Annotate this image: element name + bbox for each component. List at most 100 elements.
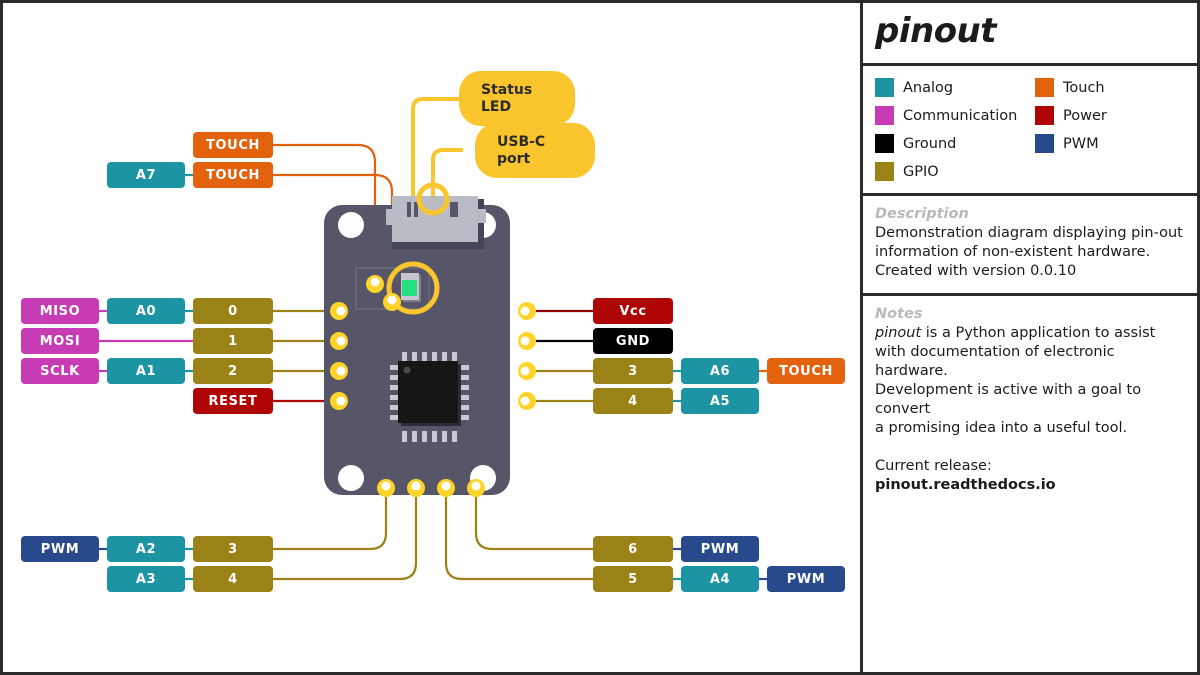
legend-item-gpio: GPIO xyxy=(875,162,1035,181)
legend-swatch-power xyxy=(1035,106,1054,125)
label-pwm-a4[interactable]: PWM xyxy=(767,566,845,592)
usb-tab-right xyxy=(476,209,486,223)
notes-line-2: with documentation of electronic hardwar… xyxy=(875,344,1115,379)
label-touch-a6[interactable]: TOUCH xyxy=(767,358,845,384)
mounting-hole-tl xyxy=(338,212,364,238)
label-touch-a7[interactable]: TOUCH xyxy=(193,162,273,188)
legend-section: Analog Touch Communication Power Ground xyxy=(863,66,1197,196)
usb-slot-a xyxy=(407,202,411,217)
page-title: pinout xyxy=(875,11,997,51)
annotation-usb-c-line1: USB-C xyxy=(497,133,546,150)
leader-bottom-4 xyxy=(273,490,418,581)
label-a4[interactable]: A4 xyxy=(681,566,759,592)
notes-body: pinout is a Python application to assist… xyxy=(875,324,1188,495)
annotation-status-led[interactable]: Status LED xyxy=(459,71,575,126)
legend-item-ground: Ground xyxy=(875,134,1035,153)
label-a1[interactable]: A1 xyxy=(107,358,185,384)
legend-label-ground: Ground xyxy=(903,135,957,152)
panel-title-section: pinout xyxy=(863,3,1197,66)
description-line-3: Created with version 0.0.10 xyxy=(875,263,1077,279)
pinout-diagram-page: Status LED USB-C port TOUCH A7 TOUCH MIS… xyxy=(0,0,1200,675)
legend-item-communication: Communication xyxy=(875,106,1035,125)
description-body: Demonstration diagram displaying pin-out… xyxy=(875,224,1188,281)
legend-swatch-communication xyxy=(875,106,894,125)
hardware-board xyxy=(324,182,536,497)
label-a2[interactable]: A2 xyxy=(107,536,185,562)
notes-release-heading: Current release: xyxy=(875,458,992,474)
annotation-usb-c-port[interactable]: USB-C port xyxy=(475,123,595,178)
description-line-1: Demonstration diagram displaying pin-out xyxy=(875,225,1183,241)
description-heading: Description xyxy=(875,206,969,222)
annotation-status-led-line1: Status xyxy=(481,81,533,98)
legend-item-pwm: PWM xyxy=(1035,134,1188,153)
legend-swatch-analog xyxy=(875,78,894,97)
legend-swatch-ground xyxy=(875,134,894,153)
usb-shell xyxy=(392,196,478,242)
mounting-hole-bl xyxy=(338,465,364,491)
label-a0[interactable]: A0 xyxy=(107,298,185,324)
legend-empty-cell xyxy=(1035,162,1188,181)
label-mosi[interactable]: MOSI xyxy=(21,328,99,354)
legend-swatch-gpio xyxy=(875,162,894,181)
legend-grid: Analog Touch Communication Power Ground xyxy=(875,78,1188,181)
label-a7[interactable]: A7 xyxy=(107,162,185,188)
label-gpio-1[interactable]: 1 xyxy=(193,328,273,354)
pads-right xyxy=(518,302,536,410)
status-led xyxy=(401,273,421,302)
legend-swatch-pwm xyxy=(1035,134,1054,153)
notes-section: Notes pinout is a Python application to … xyxy=(863,296,1197,507)
label-miso[interactable]: MISO xyxy=(21,298,99,324)
usb-tab-left xyxy=(386,209,394,225)
legend-label-gpio: GPIO xyxy=(903,163,939,180)
label-vcc[interactable]: Vcc xyxy=(593,298,673,324)
legend-swatch-touch xyxy=(1035,78,1054,97)
notes-line-4: a promising idea into a useful tool. xyxy=(875,420,1128,436)
annotation-status-led-line2: LED xyxy=(481,98,512,115)
chip-pin1-dot xyxy=(403,366,411,374)
legend-item-touch: Touch xyxy=(1035,78,1188,97)
label-gpio-4-bottom[interactable]: 4 xyxy=(193,566,273,592)
notes-line-3: Development is active with a goal to con… xyxy=(875,382,1142,417)
leader-bottom-5 xyxy=(444,490,593,581)
label-gnd[interactable]: GND xyxy=(593,328,673,354)
notes-heading: Notes xyxy=(875,306,923,322)
notes-line-1: pinout is a Python application to assist xyxy=(875,324,1188,343)
label-a3[interactable]: A3 xyxy=(107,566,185,592)
leader-bottom-6 xyxy=(474,490,593,551)
label-a6[interactable]: A6 xyxy=(681,358,759,384)
label-reset[interactable]: RESET xyxy=(193,388,273,414)
description-line-2: information of non-existent hardware. xyxy=(875,244,1151,260)
label-gpio-3-bottom[interactable]: 3 xyxy=(193,536,273,562)
notes-spacer xyxy=(875,438,1188,457)
legend-label-communication: Communication xyxy=(903,107,1018,124)
usb-c-connector xyxy=(386,196,486,249)
leader-usb-c xyxy=(431,148,463,199)
diagram-canvas: Status LED USB-C port TOUCH A7 TOUCH MIS… xyxy=(3,3,860,672)
description-section: Description Demonstration diagram displa… xyxy=(863,196,1197,296)
led-emitter xyxy=(402,280,417,296)
legend-item-analog: Analog xyxy=(875,78,1035,97)
label-gpio-6[interactable]: 6 xyxy=(593,536,673,562)
label-gpio-2[interactable]: 2 xyxy=(193,358,273,384)
legend-item-power: Power xyxy=(1035,106,1188,125)
leader-bottom-3 xyxy=(273,490,388,551)
notes-release-url[interactable]: pinout.readthedocs.io xyxy=(875,476,1188,495)
notes-app-name: pinout xyxy=(875,325,922,341)
legend-label-touch: Touch xyxy=(1063,79,1105,96)
label-gpio-4-right[interactable]: 4 xyxy=(593,388,673,414)
label-gpio-5[interactable]: 5 xyxy=(593,566,673,592)
legend-label-analog: Analog xyxy=(903,79,954,96)
label-touch-top[interactable]: TOUCH xyxy=(193,132,273,158)
annotation-usb-c-line2: port xyxy=(497,150,531,167)
legend-label-power: Power xyxy=(1063,107,1107,124)
label-pwm-6[interactable]: PWM xyxy=(681,536,759,562)
label-gpio-3-right[interactable]: 3 xyxy=(593,358,673,384)
label-gpio-0[interactable]: 0 xyxy=(193,298,273,324)
info-panel: pinout Analog Touch Communication Power … xyxy=(860,3,1197,672)
label-sclk[interactable]: SCLK xyxy=(21,358,99,384)
notes-line-1-rest: is a Python application to assist xyxy=(921,325,1156,341)
label-pwm-a2[interactable]: PWM xyxy=(21,536,99,562)
legend-label-pwm: PWM xyxy=(1063,135,1099,152)
label-a5[interactable]: A5 xyxy=(681,388,759,414)
usb-slot-c xyxy=(450,202,458,217)
